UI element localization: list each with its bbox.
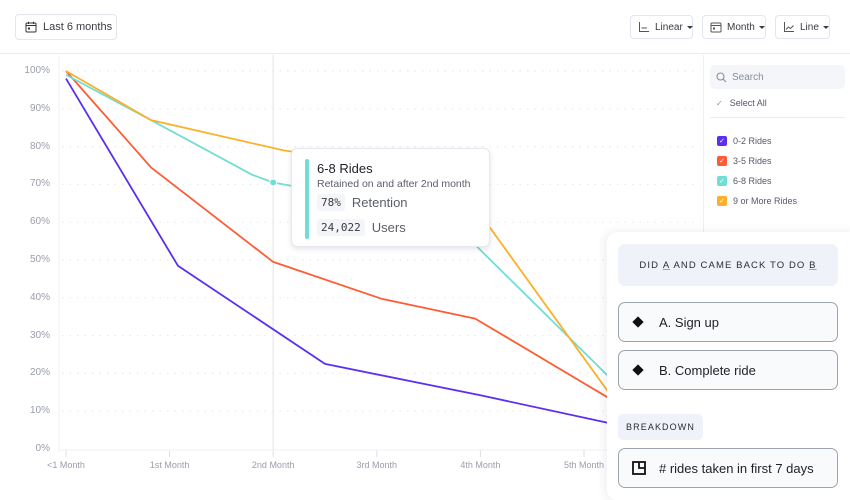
legend-panel: Search ✓ Select All ✓ 0-2 Rides ✓ 3-5 Rides… xyxy=(710,65,845,211)
date-range-button[interactable]: Last 6 months xyxy=(15,14,117,40)
legend-search-input[interactable]: Search xyxy=(710,65,845,89)
step-a-label: A. Sign up xyxy=(659,314,719,330)
event-diamond-icon xyxy=(632,316,644,328)
y-tick-label: 70% xyxy=(29,178,50,190)
date-range-label: Last 6 months xyxy=(43,21,113,33)
line-chart-icon xyxy=(784,22,794,32)
select-all-label: Select All xyxy=(729,98,767,108)
legend-divider xyxy=(703,55,704,235)
select-all-toggle[interactable]: ✓ Select All xyxy=(710,97,845,109)
y-tick-label: 50% xyxy=(29,254,50,265)
legend-item-label: 3-5 Rides xyxy=(733,156,772,166)
legend-item-label: 9 or More Rides xyxy=(733,196,798,206)
legend-checkbox[interactable]: ✓ xyxy=(717,196,727,206)
calendar-icon xyxy=(25,21,37,33)
property-icon xyxy=(632,461,646,475)
x-tick-label: 5th Month xyxy=(563,460,605,470)
chevron-down-icon xyxy=(758,25,765,29)
breakdown-heading: BREAKDOWN xyxy=(618,414,703,440)
legend-list: ✓ 0-2 Rides ✓ 3-5 Rides ✓ 6-8 Rides ✓ 9 or More… xyxy=(710,131,845,211)
query-header-a: A xyxy=(662,259,671,271)
tooltip-retention-value: 78% xyxy=(317,194,345,211)
breakdown-property[interactable]: # rides taken in first 7 days xyxy=(618,448,838,488)
tooltip-users-value: 24,022 xyxy=(317,219,365,236)
y-tick-label: 40% xyxy=(29,291,50,303)
legend-item[interactable]: ✓ 3-5 Rides xyxy=(710,151,845,171)
breakdown-property-label: # rides taken in first 7 days xyxy=(659,460,814,476)
query-header-b: B xyxy=(809,259,817,271)
legend-checkbox[interactable]: ✓ xyxy=(717,136,727,146)
tooltip-users-label: Users xyxy=(371,220,406,235)
interval-dropdown[interactable]: Month xyxy=(702,15,766,39)
query-header: DID A AND CAME BACK TO DO B xyxy=(618,244,838,286)
y-tick-label: 20% xyxy=(29,367,50,379)
y-tick-label: 90% xyxy=(29,102,50,114)
x-tick-label: 2nd Month xyxy=(251,460,295,470)
tooltip-title: 6-8 Rides xyxy=(317,161,373,176)
query-header-prefix: DID xyxy=(639,259,663,271)
x-tick-label: 4th Month xyxy=(460,460,501,470)
scale-dropdown[interactable]: Linear xyxy=(630,15,693,39)
y-tick-label: 80% xyxy=(29,140,50,152)
highlighted-data-point xyxy=(269,178,278,187)
tooltip-subtitle: Retained on and after 2nd month xyxy=(317,178,471,190)
chart-type-label: Line xyxy=(800,21,819,33)
y-tick-label: 10% xyxy=(29,405,50,417)
chart-type-dropdown[interactable]: Line xyxy=(775,15,830,39)
calendar-icon xyxy=(710,22,722,33)
legend-item-label: 0-2 Rides xyxy=(733,136,772,146)
tooltip-retention-row: 78% Retention xyxy=(317,194,408,211)
axis-icon xyxy=(639,22,649,32)
search-icon xyxy=(716,71,727,82)
legend-item[interactable]: ✓ 6-8 Rides xyxy=(710,171,845,191)
legend-separator xyxy=(710,117,845,118)
chevron-down-icon xyxy=(686,25,693,29)
y-tick-label: 30% xyxy=(29,329,50,341)
chart-tooltip: 6-8 Rides Retained on and after 2nd mont… xyxy=(291,148,490,247)
legend-item-label: 6-8 Rides xyxy=(733,176,772,186)
step-b-label: B. Complete ride xyxy=(659,362,756,378)
y-tick-label: 60% xyxy=(29,216,50,228)
check-icon: ✓ xyxy=(716,98,723,108)
chart-plot-area[interactable] xyxy=(0,55,700,500)
legend-item[interactable]: ✓ 0-2 Rides xyxy=(710,131,845,151)
scale-label: Linear xyxy=(655,21,683,33)
step-b-event[interactable]: B. Complete ride xyxy=(618,350,838,390)
legend-checkbox[interactable]: ✓ xyxy=(717,176,727,186)
tooltip-retention-label: Retention xyxy=(351,195,408,210)
legend-checkbox[interactable]: ✓ xyxy=(717,156,727,166)
y-tick-label: 100% xyxy=(24,65,50,76)
interval-label: Month xyxy=(727,21,755,33)
tooltip-series-color-bar xyxy=(305,159,309,239)
toolbar: Last 6 months Linear Month Line xyxy=(0,0,850,54)
event-diamond-icon xyxy=(632,364,644,376)
x-tick-label: <1 Month xyxy=(47,460,85,470)
series-line-0-2-rides xyxy=(65,78,616,426)
step-a-event[interactable]: A. Sign up xyxy=(618,302,838,342)
retention-chart[interactable]: 0% 10% 20% 30% 40% 50% 60% 70% 80% 90% 100% <1 Mon… xyxy=(0,55,700,500)
x-tick-label: 3rd Month xyxy=(356,460,398,470)
x-tick-label: 1st Month xyxy=(149,460,190,470)
tooltip-users-row: 24,022 Users xyxy=(317,219,406,236)
chevron-down-icon xyxy=(822,25,829,29)
legend-item[interactable]: ✓ 9 or More Rides xyxy=(710,191,845,211)
search-placeholder: Search xyxy=(732,71,764,83)
y-tick-label: 0% xyxy=(35,443,50,454)
query-panel: DID A AND CAME BACK TO DO B A. Sign up B… xyxy=(607,232,850,500)
query-header-middle: AND CAME BACK TO DO xyxy=(670,259,810,271)
